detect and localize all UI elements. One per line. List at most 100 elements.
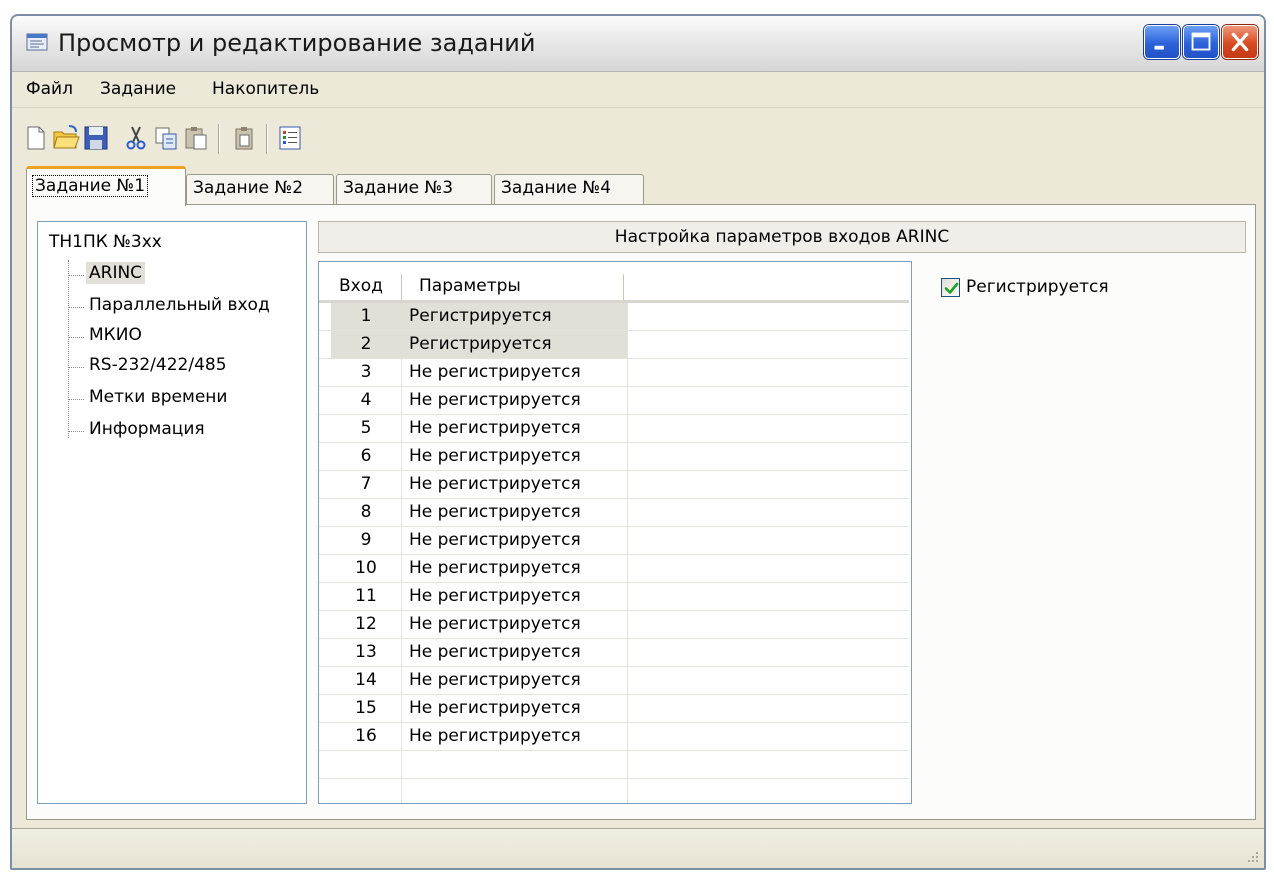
cell-parameter: Регистрируется — [401, 303, 627, 331]
register-checkbox-label[interactable]: Регистрируется — [966, 277, 1109, 297]
menu-file[interactable]: Файл — [26, 79, 73, 99]
tab-task-4[interactable]: Задание №4 — [494, 174, 644, 206]
cell-input-number: 2 — [331, 331, 401, 359]
grid-row-line — [319, 526, 909, 527]
save-icon[interactable] — [82, 124, 110, 152]
open-folder-icon[interactable] — [52, 124, 80, 152]
toolbar-separator — [218, 124, 220, 154]
close-button[interactable] — [1222, 25, 1258, 59]
cell-input-number: 11 — [355, 586, 377, 606]
table-row[interactable]: 15 Не регистрируется — [319, 695, 911, 723]
grid-row-line — [319, 694, 909, 695]
new-document-icon[interactable] — [22, 124, 50, 152]
table-row[interactable]: 7 Не регистрируется — [319, 471, 911, 499]
toolbar — [12, 108, 1264, 168]
window-app-icon — [26, 33, 48, 51]
tab-label: Задание №4 — [501, 178, 612, 198]
paste-icon[interactable] — [182, 124, 210, 152]
cell-parameter: Не регистрируется — [409, 502, 581, 522]
cell-input-number: 16 — [355, 726, 377, 746]
table-row[interactable]: 1 Регистрируется — [319, 303, 911, 331]
table-row[interactable]: 3 Не регистрируется — [319, 359, 911, 387]
tab-label: Задание №1 — [31, 175, 149, 197]
register-checkbox[interactable] — [941, 278, 960, 297]
paste-special-icon[interactable] — [230, 124, 258, 152]
cell-input-number: 8 — [360, 502, 372, 522]
cell-parameter: Не регистрируется — [409, 614, 581, 634]
cell-input-number: 1 — [331, 303, 401, 331]
properties-list-icon[interactable] — [276, 124, 304, 152]
cell-input-number: 14 — [355, 670, 377, 690]
column-header-input[interactable]: Вход — [339, 262, 399, 302]
grid-row-line — [319, 778, 909, 779]
table-row[interactable]: 8 Не регистрируется — [319, 499, 911, 527]
grid-row-line — [319, 554, 909, 555]
tree-item-label: Параллельный вход — [89, 295, 270, 315]
minimize-icon — [1154, 45, 1164, 50]
table-row[interactable]: 10 Не регистрируется — [319, 555, 911, 583]
menu-storage[interactable]: Накопитель — [212, 79, 319, 99]
maximize-button[interactable] — [1183, 25, 1219, 59]
column-header-params[interactable]: Параметры — [419, 262, 619, 302]
tab-task-1[interactable]: Задание №1 — [26, 166, 186, 206]
cell-parameter: Не регистрируется — [409, 586, 581, 606]
cell-parameter: Не регистрируется — [409, 390, 581, 410]
minimize-button[interactable] — [1144, 25, 1180, 59]
cell-input-number: 10 — [355, 558, 377, 578]
tree-connector — [68, 337, 84, 338]
grid-row-line — [319, 358, 909, 359]
tree-item-label: Информация — [89, 419, 205, 439]
table-row[interactable]: 4 Не регистрируется — [319, 387, 911, 415]
tab-task-3[interactable]: Задание №3 — [336, 174, 492, 206]
status-bar — [12, 828, 1264, 868]
cell-parameter: Не регистрируется — [409, 726, 581, 746]
tree-connector — [68, 260, 69, 438]
table-row[interactable]: 5 Не регистрируется — [319, 415, 911, 443]
tree-root[interactable]: ТН1ПК №3хх — [49, 232, 162, 252]
cell-input-number: 4 — [360, 390, 372, 410]
title-bar[interactable]: Просмотр и редактирование заданий — [12, 16, 1264, 72]
tree-item-label: RS-232/422/485 — [89, 355, 227, 375]
cell-input-number: 3 — [360, 362, 372, 382]
tab-label: Задание №2 — [193, 178, 304, 198]
device-tree[interactable]: ТН1ПК №3хх ARINC Параллельный вход МКИО … — [37, 221, 307, 804]
grid-row-line — [319, 750, 909, 751]
tree-connector — [68, 307, 84, 308]
column-divider[interactable] — [401, 274, 403, 300]
table-row[interactable]: 12 Не регистрируется — [319, 611, 911, 639]
grid-row-line — [319, 610, 909, 611]
cell-parameter: Не регистрируется — [409, 418, 581, 438]
table-row[interactable]: 9 Не регистрируется — [319, 527, 911, 555]
grid-row-line — [319, 666, 909, 667]
table-row[interactable]: 2 Регистрируется — [319, 331, 911, 359]
cell-parameter: Не регистрируется — [409, 558, 581, 578]
tab-task-2[interactable]: Задание №2 — [186, 174, 334, 206]
resize-grip-icon[interactable] — [1244, 848, 1260, 864]
tab-panel: ТН1ПК №3хх ARINC Параллельный вход МКИО … — [26, 204, 1256, 820]
cell-parameter: Не регистрируется — [409, 530, 581, 550]
cell-input-number: 12 — [355, 614, 377, 634]
menu-bar: Файл Задание Накопитель — [12, 72, 1264, 108]
menu-task[interactable]: Задание — [100, 79, 176, 99]
grid-row-line — [319, 330, 909, 331]
copy-icon[interactable] — [152, 124, 180, 152]
grid-row-line — [319, 582, 909, 583]
inputs-grid[interactable]: Вход Параметры 1 Регистрируется 2 Регистрир… — [318, 261, 912, 804]
grid-row-line — [319, 470, 909, 471]
maximize-icon — [1191, 32, 1211, 51]
cut-icon[interactable] — [122, 124, 150, 152]
window-title: Просмотр и редактирование заданий — [58, 29, 536, 57]
table-row[interactable]: 13 Не регистрируется — [319, 639, 911, 667]
cell-input-number: 15 — [355, 698, 377, 718]
column-divider[interactable] — [623, 274, 625, 300]
table-row[interactable]: 14 Не регистрируется — [319, 667, 911, 695]
cell-input-number: 7 — [360, 474, 372, 494]
table-row[interactable]: 16 Не регистрируется — [319, 723, 911, 751]
cell-input-number: 9 — [360, 530, 372, 550]
grid-row-line — [319, 414, 909, 415]
cell-input-number: 5 — [360, 418, 372, 438]
tree-connector — [68, 275, 84, 276]
toolbar-separator — [266, 124, 268, 154]
table-row[interactable]: 6 Не регистрируется — [319, 443, 911, 471]
table-row[interactable]: 11 Не регистрируется — [319, 583, 911, 611]
